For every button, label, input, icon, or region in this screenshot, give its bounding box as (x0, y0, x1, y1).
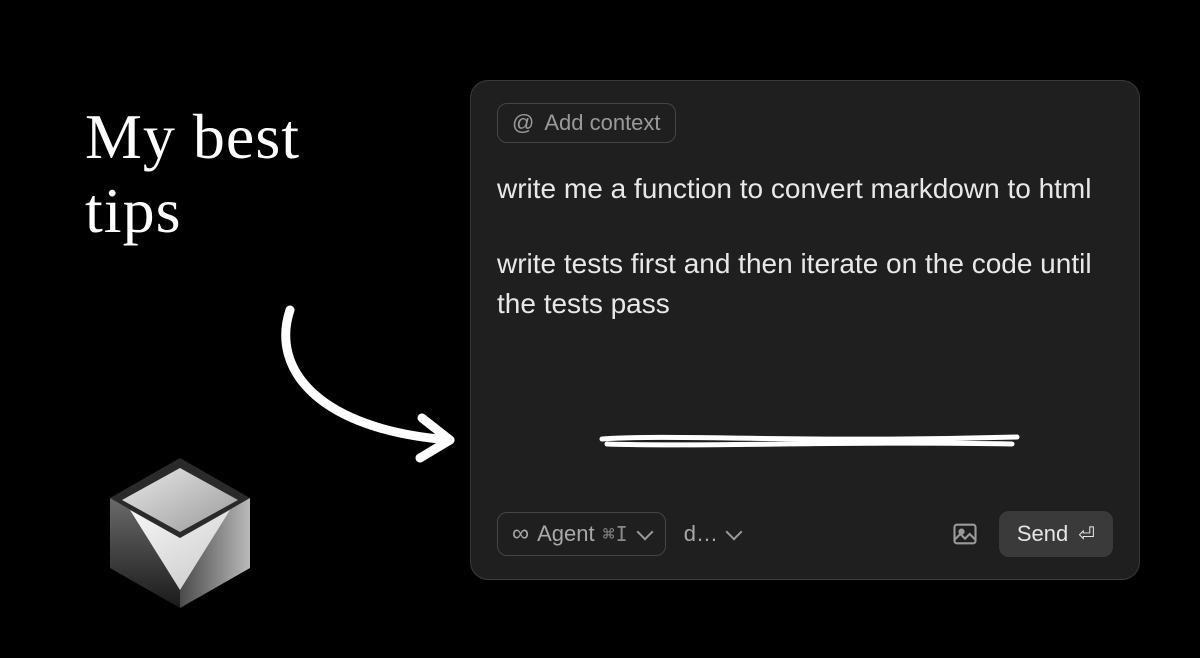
chevron-down-icon (725, 524, 742, 541)
prompt-text-2: write tests first and then iterate on th… (497, 244, 1113, 325)
at-icon: @ (512, 110, 534, 136)
mode-selector[interactable]: ∞ Agent ⌘I (497, 512, 666, 556)
add-context-label: Add context (544, 110, 660, 136)
handwritten-title: My best tips (85, 100, 300, 247)
title-line-1: My best (85, 100, 300, 174)
add-context-button[interactable]: @ Add context (497, 103, 676, 143)
send-label: Send (1017, 521, 1068, 547)
mode-shortcut: ⌘I (603, 522, 629, 546)
chevron-down-icon (636, 524, 653, 541)
infinity-icon: ∞ (512, 522, 529, 546)
underline-annotation-icon (597, 431, 1027, 449)
title-line-2: tips (85, 174, 300, 248)
composer-toolbar: ∞ Agent ⌘I d… Send ⏎ (497, 511, 1113, 557)
send-button[interactable]: Send ⏎ (999, 511, 1113, 557)
attach-image-button[interactable] (945, 514, 985, 554)
chat-composer-panel: @ Add context write me a function to con… (470, 80, 1140, 580)
prompt-text-1: write me a function to convert markdown … (497, 169, 1113, 210)
image-icon (951, 520, 979, 548)
arrow-icon (260, 300, 480, 470)
enter-key-icon: ⏎ (1078, 522, 1095, 547)
prompt-textarea[interactable]: write me a function to convert markdown … (497, 169, 1113, 501)
model-label: d… (684, 521, 718, 547)
cube-logo-icon (100, 450, 260, 610)
mode-label: Agent (537, 521, 595, 547)
model-selector[interactable]: d… (680, 513, 744, 555)
